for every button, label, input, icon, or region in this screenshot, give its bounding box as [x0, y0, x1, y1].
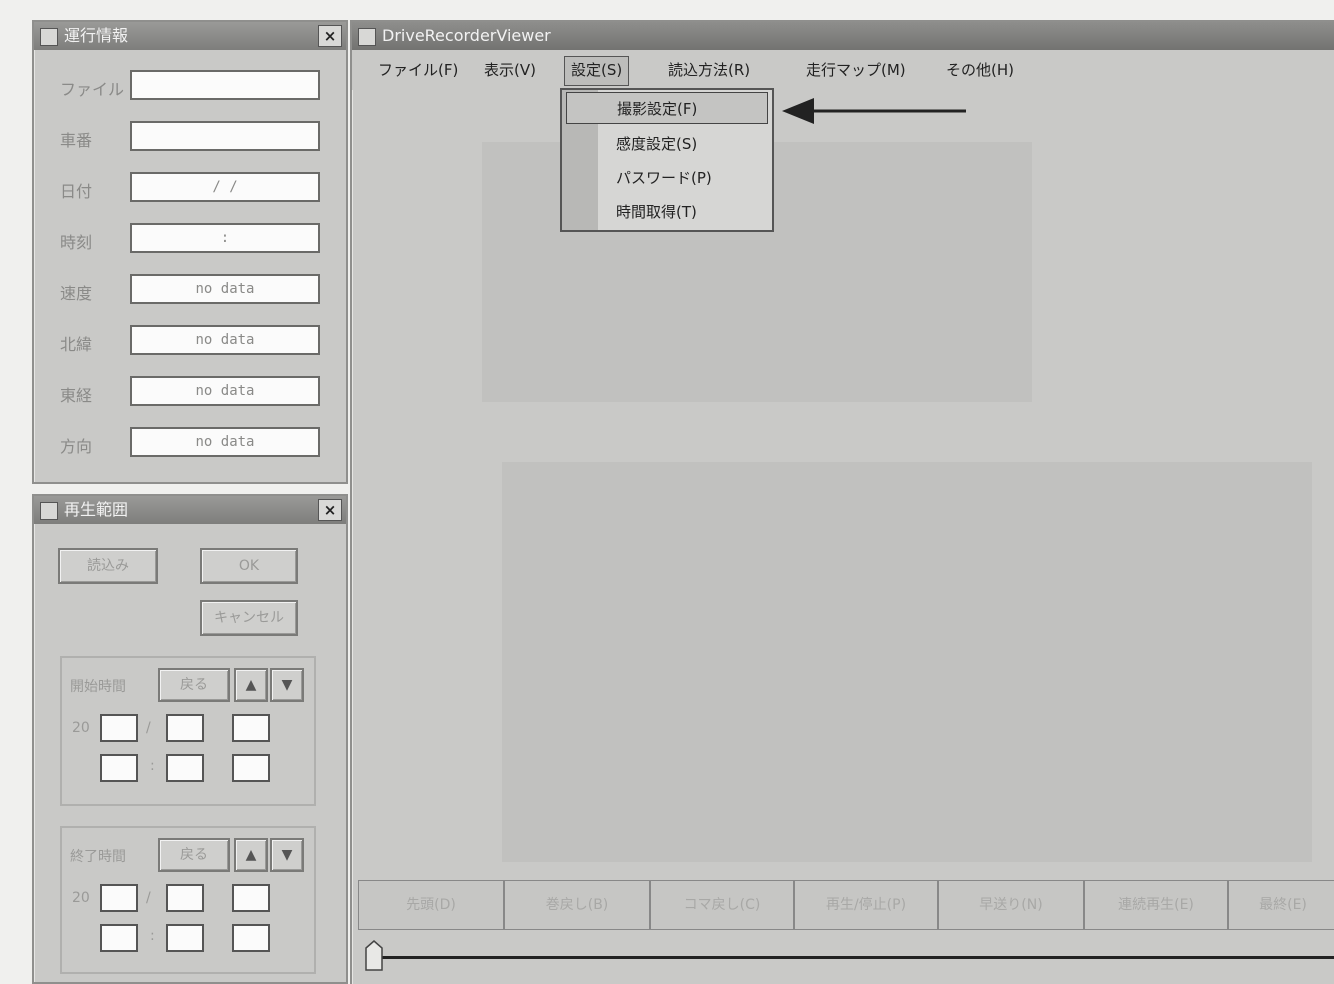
- menu-file[interactable]: ファイル(F): [372, 56, 464, 84]
- map-area: [502, 462, 1312, 862]
- dropdown-item-capture-settings[interactable]: 撮影設定(F): [566, 92, 768, 124]
- frame-back-button[interactable]: コマ戻し(C): [650, 880, 794, 930]
- time-field: :: [130, 223, 320, 253]
- info-row-file: ファイル: [34, 70, 344, 104]
- menu-settings[interactable]: 設定(S): [564, 56, 630, 86]
- file-label: ファイル: [60, 80, 125, 99]
- cancel-button[interactable]: キャンセル: [200, 600, 298, 636]
- close-icon[interactable]: ×: [318, 25, 342, 47]
- vehicle-field: [130, 121, 320, 151]
- end-second-field[interactable]: [232, 924, 270, 952]
- end-time-group: 終了時間 戻る ▲ ▼ 20 / :: [60, 826, 316, 974]
- menu-bar: ファイル(F) 表示(V) 設定(S) 読込方法(R) 走行マップ(M) その他…: [352, 50, 1334, 90]
- info-window-titlebar[interactable]: 運行情報 ×: [34, 22, 346, 50]
- end-day-field[interactable]: [232, 884, 270, 912]
- seek-thumb-icon[interactable]: [364, 940, 384, 972]
- start-hour-field[interactable]: [100, 754, 138, 782]
- end-minute-field[interactable]: [166, 924, 204, 952]
- info-window-title: 運行情報: [64, 26, 129, 45]
- info-row-latitude: 北緯 no data: [34, 325, 344, 359]
- first-frame-button[interactable]: 先頭(D): [358, 880, 504, 930]
- dropdown-item-sensitivity-settings[interactable]: 感度設定(S): [616, 128, 697, 160]
- start-time-sep: :: [150, 758, 155, 774]
- latitude-field: no data: [130, 325, 320, 355]
- info-row-longitude: 東経 no data: [34, 376, 344, 410]
- longitude-field: no data: [130, 376, 320, 406]
- app-icon: [358, 28, 376, 46]
- info-row-date: 日付 / /: [34, 172, 344, 206]
- end-date-sep: /: [146, 890, 151, 906]
- start-back-button[interactable]: 戻る: [158, 668, 230, 702]
- end-year-field[interactable]: [100, 884, 138, 912]
- start-second-field[interactable]: [232, 754, 270, 782]
- end-month-field[interactable]: [166, 884, 204, 912]
- seek-track: [372, 956, 1334, 959]
- menu-read-method[interactable]: 読込方法(R): [662, 56, 756, 84]
- date-field: / /: [130, 172, 320, 202]
- info-row-vehicle: 車番: [34, 121, 344, 155]
- fast-forward-button[interactable]: 早送り(N): [938, 880, 1084, 930]
- info-row-direction: 方向 no data: [34, 427, 344, 461]
- settings-dropdown: 撮影設定(F) 感度設定(S) パスワード(P) 時間取得(T): [560, 88, 774, 232]
- rewind-button[interactable]: 巻戻し(B): [504, 880, 650, 930]
- speed-field: no data: [130, 274, 320, 304]
- annotation-arrow-icon: [782, 98, 966, 124]
- end-time-label: 終了時間: [70, 849, 126, 865]
- playback-window-title: 再生範囲: [64, 500, 129, 519]
- vehicle-label: 車番: [60, 131, 93, 150]
- end-year-prefix: 20: [72, 890, 90, 906]
- play-stop-button[interactable]: 再生/停止(P): [794, 880, 938, 930]
- speed-label: 速度: [60, 284, 93, 303]
- start-down-button[interactable]: ▼: [270, 668, 304, 702]
- start-date-sep: /: [146, 720, 151, 736]
- latitude-label: 北緯: [60, 335, 93, 354]
- menu-drive-map[interactable]: 走行マップ(M): [800, 56, 912, 84]
- playback-window-titlebar[interactable]: 再生範囲 ×: [34, 496, 346, 524]
- playback-window: 再生範囲 × 読込み OK キャンセル 開始時間 戻る ▲ ▼ 20 / : 終…: [32, 494, 348, 984]
- info-row-speed: 速度 no data: [34, 274, 344, 308]
- time-label: 時刻: [60, 233, 93, 252]
- main-window-title: DriveRecorderViewer: [382, 26, 551, 45]
- main-window: DriveRecorderViewer ファイル(F) 表示(V) 設定(S) …: [350, 20, 1334, 984]
- file-field: [130, 70, 320, 100]
- start-time-label: 開始時間: [70, 679, 126, 695]
- app-icon: [40, 502, 58, 520]
- last-frame-button[interactable]: 最終(E): [1228, 880, 1334, 930]
- dropdown-item-password[interactable]: パスワード(P): [616, 162, 712, 194]
- direction-label: 方向: [60, 437, 93, 456]
- end-down-button[interactable]: ▼: [270, 838, 304, 872]
- dropdown-item-time-sync[interactable]: 時間取得(T): [616, 196, 697, 228]
- start-day-field[interactable]: [232, 714, 270, 742]
- direction-field: no data: [130, 427, 320, 457]
- start-year-prefix: 20: [72, 720, 90, 736]
- start-month-field[interactable]: [166, 714, 204, 742]
- app-icon: [40, 28, 58, 46]
- end-back-button[interactable]: 戻る: [158, 838, 230, 872]
- info-row-time: 時刻 :: [34, 223, 344, 257]
- info-window: 運行情報 × ファイル 車番 日付 / / 時刻 : 速度 no data 北緯…: [32, 20, 348, 484]
- longitude-label: 東経: [60, 386, 93, 405]
- ok-button[interactable]: OK: [200, 548, 298, 584]
- start-minute-field[interactable]: [166, 754, 204, 782]
- end-time-sep: :: [150, 928, 155, 944]
- end-hour-field[interactable]: [100, 924, 138, 952]
- continuous-play-button[interactable]: 連続再生(E): [1084, 880, 1228, 930]
- date-label: 日付: [60, 182, 93, 201]
- start-year-field[interactable]: [100, 714, 138, 742]
- start-time-group: 開始時間 戻る ▲ ▼ 20 / :: [60, 656, 316, 806]
- close-icon[interactable]: ×: [318, 499, 342, 521]
- seek-slider[interactable]: [358, 932, 1334, 972]
- menu-view[interactable]: 表示(V): [478, 56, 542, 84]
- menu-other[interactable]: その他(H): [940, 56, 1020, 84]
- end-up-button[interactable]: ▲: [234, 838, 268, 872]
- read-button[interactable]: 読込み: [58, 548, 158, 584]
- main-window-titlebar[interactable]: DriveRecorderViewer: [352, 22, 1334, 50]
- start-up-button[interactable]: ▲: [234, 668, 268, 702]
